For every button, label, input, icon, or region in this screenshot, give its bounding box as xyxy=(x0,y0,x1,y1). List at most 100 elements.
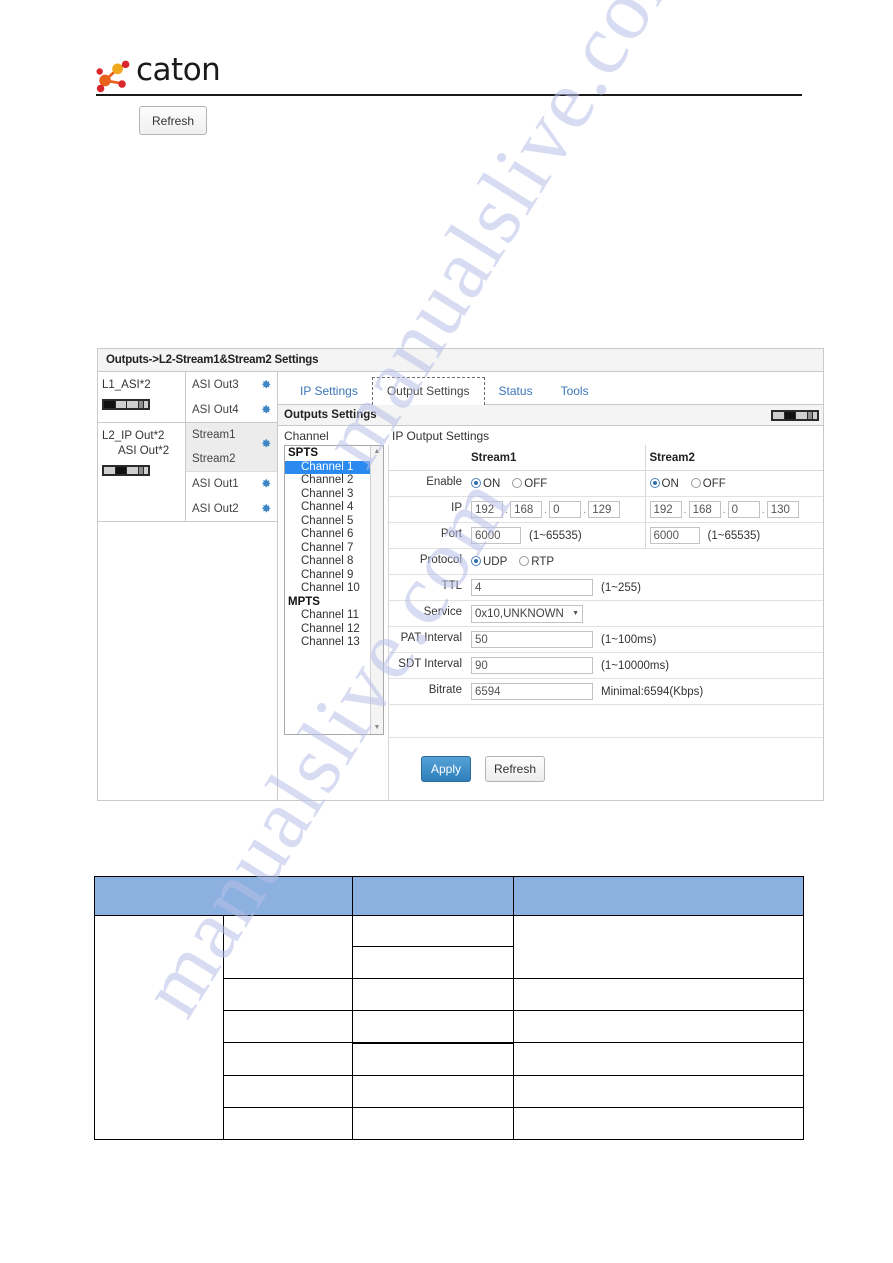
channel-item-4[interactable]: Channel 4 xyxy=(285,501,370,515)
chevron-down-icon[interactable]: ▼ xyxy=(572,610,579,617)
tab-tools[interactable]: Tools xyxy=(547,378,603,404)
device-port-stream1[interactable]: Stream1 xyxy=(186,423,277,448)
spec-cell-value xyxy=(352,978,514,1011)
settings-tabs: IP Settings Output Settings Status Tools xyxy=(278,372,823,405)
device-port-asi-out4[interactable]: ASI Out4 xyxy=(186,397,277,422)
gear-icon-stream-pair[interactable] xyxy=(253,428,277,448)
port-stream1-input[interactable]: 6000 xyxy=(471,527,521,544)
label-ttl: TTL xyxy=(441,580,462,592)
channel-item-7[interactable]: Channel 7 xyxy=(285,542,370,556)
tab-ip-settings[interactable]: IP Settings xyxy=(286,378,372,404)
enable-stream2-on[interactable]: ON xyxy=(649,477,679,490)
radio-off-icon[interactable] xyxy=(690,477,701,488)
spec-cell-desc xyxy=(513,978,804,1011)
ttl-input[interactable]: 4 xyxy=(471,579,593,596)
tab-status[interactable]: Status xyxy=(485,378,547,404)
port-stream2-input[interactable]: 6000 xyxy=(649,527,700,544)
ip-stream2-octet-2[interactable]: 168 xyxy=(688,501,721,518)
service-select[interactable]: 0x10,UNKNOWN ▼ xyxy=(471,604,583,623)
ip-stream1-octet-2[interactable]: 168 xyxy=(510,501,543,518)
brand-name: caton xyxy=(136,52,221,88)
device-port-label: Stream1 xyxy=(192,429,236,441)
enable-stream2-off[interactable]: OFF xyxy=(690,477,726,490)
tab-output-settings[interactable]: Output Settings xyxy=(371,377,485,405)
caton-molecule-logo-icon xyxy=(96,60,130,93)
ip-dot: . xyxy=(583,503,587,516)
enable-stream1-on[interactable]: ON xyxy=(471,477,500,490)
gear-icon-asi-out2[interactable] xyxy=(253,502,277,516)
level-meter-icon-l2 xyxy=(102,465,150,476)
port-stream1-range: (1~65535) xyxy=(529,529,582,542)
service-select-value: 0x10,UNKNOWN xyxy=(475,607,564,620)
spec-cell-sub xyxy=(223,1107,353,1140)
channel-item-12[interactable]: Channel 12 xyxy=(285,623,370,637)
ip-stream1-octet-4[interactable]: 129 xyxy=(588,501,621,518)
ip-stream2-group: 192. 168. 0. 130 xyxy=(644,497,824,522)
spec-cell-value xyxy=(352,1043,514,1076)
device-port-asi-out1[interactable]: ASI Out1 xyxy=(186,471,277,496)
sdt-interval-input[interactable]: 90 xyxy=(471,657,593,674)
radio-on-icon[interactable] xyxy=(649,477,660,488)
device-block-l2-info: L2_IP Out*2 ASI Out*2 xyxy=(98,423,186,521)
channel-list-scrollbar[interactable]: ▲ ▼ xyxy=(370,446,383,734)
radio-off-icon[interactable] xyxy=(519,555,530,566)
channel-item-3[interactable]: Channel 3 xyxy=(285,488,370,502)
enable-stream1-group: ON OFF xyxy=(467,471,645,496)
bitrate-input[interactable]: 6594 xyxy=(471,683,593,700)
spec-table-header-row xyxy=(94,876,804,916)
row-ttl: TTL 4 (1~255) xyxy=(389,575,823,601)
enable-stream1-off[interactable]: OFF xyxy=(512,477,547,490)
pat-interval-range: (1~100ms) xyxy=(601,633,657,646)
enable-stream2-group: ON OFF xyxy=(644,471,824,496)
spec-cell-sub xyxy=(223,1042,353,1076)
channel-item-5[interactable]: Channel 5 xyxy=(285,515,370,529)
scroll-down-arrow-icon[interactable]: ▼ xyxy=(371,723,383,733)
channel-item-9[interactable]: Channel 9 xyxy=(285,569,370,583)
pat-interval-input[interactable]: 50 xyxy=(471,631,593,648)
ip-stream2-octet-4[interactable]: 130 xyxy=(766,501,799,518)
top-refresh-button[interactable]: Refresh xyxy=(139,106,207,135)
device-port-stream2[interactable]: Stream2 xyxy=(186,447,277,471)
device-port-label: ASI Out3 xyxy=(192,378,239,391)
gear-icon-asi-out4[interactable] xyxy=(253,403,277,417)
label-enable: Enable xyxy=(426,476,462,488)
channel-item-2[interactable]: Channel 2 xyxy=(285,474,370,488)
spec-cell-desc xyxy=(513,1010,804,1043)
form-button-row: Apply Refresh xyxy=(389,738,823,800)
gear-icon-asi-out3[interactable] xyxy=(253,378,277,392)
device-l2-name: L2_IP Out*2 xyxy=(102,430,165,442)
radio-off-icon[interactable] xyxy=(512,477,523,488)
spec-cell-value xyxy=(352,1107,514,1140)
ip-stream2-octet-1[interactable]: 192 xyxy=(649,501,682,518)
ip-stream1-octet-3[interactable]: 0 xyxy=(549,501,582,518)
spec-cell-sub xyxy=(223,1075,353,1108)
gear-icon-asi-out1[interactable] xyxy=(253,477,277,491)
row-pat-interval: PAT Interval 50 (1~100ms) xyxy=(389,627,823,653)
channel-item-13[interactable]: Channel 13 xyxy=(285,636,370,650)
spec-header-cell-2 xyxy=(352,876,514,916)
channel-item-11[interactable]: Channel 11 xyxy=(285,609,370,623)
channel-item-10[interactable]: Channel 10 xyxy=(285,582,370,596)
radio-on-icon[interactable] xyxy=(471,555,481,566)
scroll-up-arrow-icon[interactable]: ▲ xyxy=(371,447,383,457)
channel-item-1[interactable]: Channel 1 xyxy=(285,460,370,474)
refresh-button[interactable]: Refresh xyxy=(485,756,545,782)
sdt-interval-group: 90 (1~10000ms) xyxy=(467,653,823,678)
channel-item-8[interactable]: Channel 8 xyxy=(285,555,370,569)
protocol-udp[interactable]: UDP xyxy=(471,555,507,568)
spec-cell-desc xyxy=(513,915,804,979)
protocol-rtp[interactable]: RTP xyxy=(519,555,554,568)
apply-button[interactable]: Apply xyxy=(421,756,471,782)
ip-stream2-octet-3[interactable]: 0 xyxy=(727,501,760,518)
channel-listbox[interactable]: SPTS Channel 1 Channel 2 Channel 3 Chann… xyxy=(284,445,384,735)
device-block-l2-ports: Stream1 Stream2 ASI Out1 ASI Out2 xyxy=(186,423,277,521)
outputs-settings-subheader: Outputs Settings xyxy=(278,405,823,426)
spec-header-cell-3 xyxy=(513,876,804,916)
ip-stream1-octet-1[interactable]: 192 xyxy=(471,501,503,518)
device-port-asi-out3[interactable]: ASI Out3 xyxy=(186,372,277,397)
stream2-column-header: Stream2 xyxy=(644,445,824,470)
channel-item-6[interactable]: Channel 6 xyxy=(285,528,370,542)
device-port-asi-out2[interactable]: ASI Out2 xyxy=(186,496,277,521)
radio-on-icon[interactable] xyxy=(471,477,481,488)
device-block-l1-ports: ASI Out3 ASI Out4 xyxy=(186,372,277,422)
